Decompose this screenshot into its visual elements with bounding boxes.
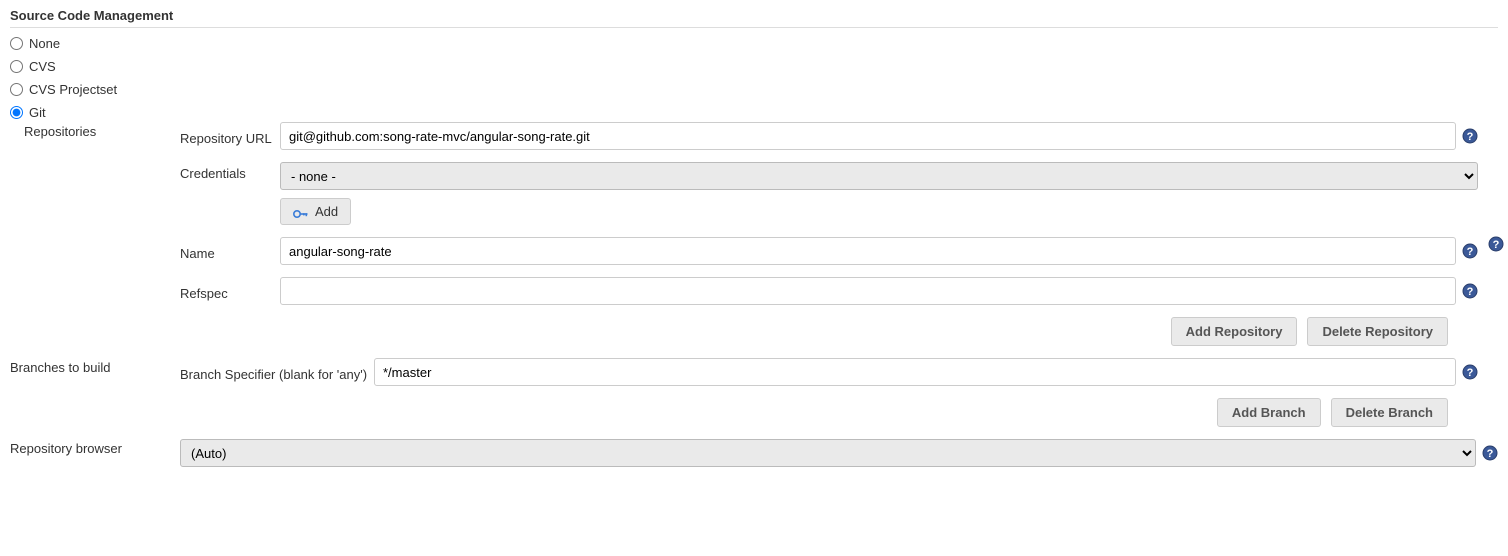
section-title: Source Code Management (10, 8, 1498, 23)
name-label: Name (180, 242, 280, 261)
svg-text:?: ? (1467, 246, 1474, 258)
repo-url-label: Repository URL (180, 127, 280, 146)
key-icon (293, 207, 309, 217)
help-icon[interactable]: ? (1462, 243, 1478, 259)
help-icon[interactable]: ? (1462, 364, 1478, 380)
add-branch-button[interactable]: Add Branch (1217, 398, 1321, 427)
repositories-label: Repositories (10, 122, 180, 139)
svg-text:?: ? (1467, 131, 1474, 143)
scm-label-cvs-projectset: CVS Projectset (29, 82, 117, 97)
add-credentials-button[interactable]: Add (280, 198, 351, 225)
help-icon[interactable]: ? (1488, 236, 1504, 252)
branch-specifier-input[interactable] (374, 358, 1456, 386)
scm-radio-git[interactable] (10, 106, 23, 119)
refspec-input[interactable] (280, 277, 1456, 305)
svg-text:?: ? (1487, 448, 1494, 460)
branches-to-build-label: Branches to build (10, 358, 180, 375)
branch-specifier-label: Branch Specifier (blank for 'any') (180, 363, 374, 382)
scm-label-none: None (29, 36, 60, 51)
scm-label-git: Git (29, 105, 46, 120)
svg-text:?: ? (1467, 367, 1474, 379)
scm-label-cvs: CVS (29, 59, 56, 74)
help-icon[interactable]: ? (1462, 283, 1478, 299)
delete-branch-button[interactable]: Delete Branch (1331, 398, 1448, 427)
help-icon[interactable]: ? (1462, 128, 1478, 144)
svg-text:?: ? (1467, 286, 1474, 298)
section-divider (10, 27, 1498, 28)
svg-text:?: ? (1493, 239, 1500, 251)
name-input[interactable] (280, 237, 1456, 265)
credentials-select[interactable]: - none - (280, 162, 1478, 190)
repository-browser-label: Repository browser (10, 439, 180, 456)
scm-radio-cvs-projectset[interactable] (10, 83, 23, 96)
refspec-label: Refspec (180, 282, 280, 301)
scm-radio-none[interactable] (10, 37, 23, 50)
delete-repository-button[interactable]: Delete Repository (1307, 317, 1448, 346)
repo-url-input[interactable] (280, 122, 1456, 150)
add-credentials-label: Add (315, 204, 338, 219)
repository-browser-select[interactable]: (Auto) (180, 439, 1476, 467)
help-icon[interactable]: ? (1482, 445, 1498, 461)
add-repository-button[interactable]: Add Repository (1171, 317, 1298, 346)
credentials-label: Credentials (180, 162, 280, 181)
scm-radio-cvs[interactable] (10, 60, 23, 73)
